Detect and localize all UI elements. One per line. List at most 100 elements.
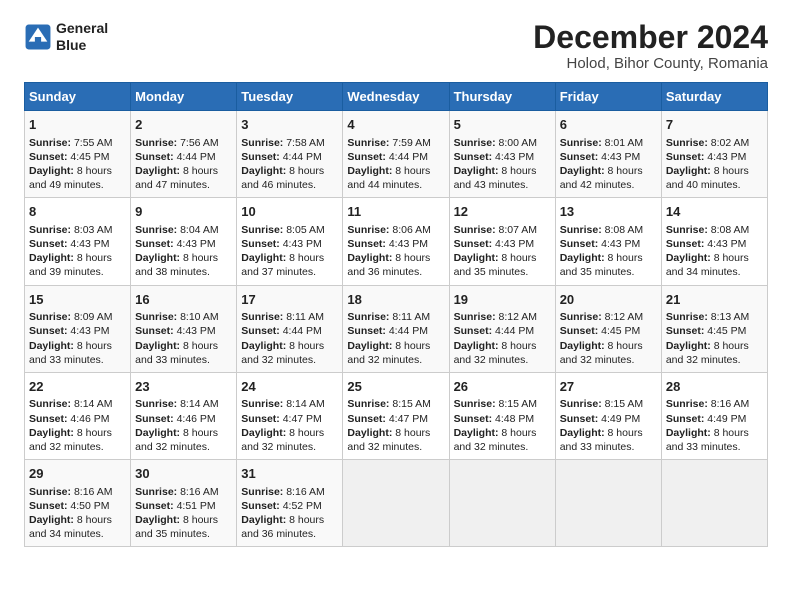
day-info: Sunrise: 8:16 AMSunset: 4:50 PMDaylight:… bbox=[29, 485, 126, 542]
sunset-value: 4:43 PM bbox=[707, 238, 746, 250]
daylight-label: Daylight: bbox=[454, 340, 502, 352]
sunrise-value: 8:14 AM bbox=[74, 398, 113, 410]
sunset-value: 4:43 PM bbox=[601, 151, 640, 163]
sunset-label: Sunset: bbox=[241, 500, 282, 512]
calendar-header-row: SundayMondayTuesdayWednesdayThursdayFrid… bbox=[25, 83, 768, 111]
daylight-label: Daylight: bbox=[560, 340, 608, 352]
sunset-value: 4:43 PM bbox=[70, 325, 109, 337]
sunset-value: 4:44 PM bbox=[177, 151, 216, 163]
sunset-label: Sunset: bbox=[347, 413, 388, 425]
calendar-day-cell: 31Sunrise: 8:16 AMSunset: 4:52 PMDayligh… bbox=[237, 460, 343, 547]
calendar-day-cell: 27Sunrise: 8:15 AMSunset: 4:49 PMDayligh… bbox=[555, 372, 661, 459]
calendar-table: SundayMondayTuesdayWednesdayThursdayFrid… bbox=[24, 82, 768, 547]
sunset-value: 4:43 PM bbox=[177, 238, 216, 250]
day-number: 29 bbox=[29, 465, 126, 483]
calendar-day-cell: 14Sunrise: 8:08 AMSunset: 4:43 PMDayligh… bbox=[661, 198, 767, 285]
sunrise-label: Sunrise: bbox=[454, 398, 499, 410]
sunrise-label: Sunrise: bbox=[666, 224, 711, 236]
sunrise-value: 8:15 AM bbox=[605, 398, 644, 410]
sunset-value: 4:46 PM bbox=[177, 413, 216, 425]
day-info: Sunrise: 8:14 AMSunset: 4:47 PMDaylight:… bbox=[241, 397, 338, 454]
sunset-label: Sunset: bbox=[29, 325, 70, 337]
day-number: 6 bbox=[560, 116, 657, 134]
sunset-value: 4:43 PM bbox=[177, 325, 216, 337]
sunrise-value: 8:10 AM bbox=[180, 311, 219, 323]
sunrise-value: 8:04 AM bbox=[180, 224, 219, 236]
sunset-value: 4:43 PM bbox=[495, 238, 534, 250]
daylight-label: Daylight: bbox=[560, 427, 608, 439]
daylight-label: Daylight: bbox=[560, 165, 608, 177]
day-info: Sunrise: 8:00 AMSunset: 4:43 PMDaylight:… bbox=[454, 136, 551, 193]
sunrise-label: Sunrise: bbox=[29, 137, 74, 149]
day-info: Sunrise: 8:05 AMSunset: 4:43 PMDaylight:… bbox=[241, 223, 338, 280]
daylight-label: Daylight: bbox=[454, 165, 502, 177]
day-number: 9 bbox=[135, 203, 232, 221]
daylight-label: Daylight: bbox=[666, 165, 714, 177]
sunrise-value: 8:12 AM bbox=[499, 311, 538, 323]
day-number: 12 bbox=[454, 203, 551, 221]
calendar-week-row: 15Sunrise: 8:09 AMSunset: 4:43 PMDayligh… bbox=[25, 285, 768, 372]
calendar-day-cell: 2Sunrise: 7:56 AMSunset: 4:44 PMDaylight… bbox=[131, 111, 237, 198]
day-info: Sunrise: 8:02 AMSunset: 4:43 PMDaylight:… bbox=[666, 136, 763, 193]
day-info: Sunrise: 7:56 AMSunset: 4:44 PMDaylight:… bbox=[135, 136, 232, 193]
sunrise-label: Sunrise: bbox=[666, 137, 711, 149]
calendar-day-cell: 7Sunrise: 8:02 AMSunset: 4:43 PMDaylight… bbox=[661, 111, 767, 198]
sunset-value: 4:47 PM bbox=[389, 413, 428, 425]
sunset-label: Sunset: bbox=[666, 325, 707, 337]
calendar-day-cell: 1Sunrise: 7:55 AMSunset: 4:45 PMDaylight… bbox=[25, 111, 131, 198]
day-info: Sunrise: 8:11 AMSunset: 4:44 PMDaylight:… bbox=[347, 310, 444, 367]
sunset-value: 4:44 PM bbox=[389, 325, 428, 337]
calendar-day-cell: 6Sunrise: 8:01 AMSunset: 4:43 PMDaylight… bbox=[555, 111, 661, 198]
sunrise-label: Sunrise: bbox=[560, 224, 605, 236]
sunrise-label: Sunrise: bbox=[135, 137, 180, 149]
sunset-value: 4:44 PM bbox=[389, 151, 428, 163]
sunset-value: 4:43 PM bbox=[283, 238, 322, 250]
sunset-value: 4:43 PM bbox=[707, 151, 746, 163]
sunrise-value: 7:56 AM bbox=[180, 137, 219, 149]
header: General Blue December 2024 Holod, Bihor … bbox=[24, 20, 768, 72]
logo-icon bbox=[24, 23, 52, 51]
calendar-day-cell: 9Sunrise: 8:04 AMSunset: 4:43 PMDaylight… bbox=[131, 198, 237, 285]
sunrise-label: Sunrise: bbox=[29, 398, 74, 410]
calendar-day-cell: 16Sunrise: 8:10 AMSunset: 4:43 PMDayligh… bbox=[131, 285, 237, 372]
day-info: Sunrise: 8:16 AMSunset: 4:51 PMDaylight:… bbox=[135, 485, 232, 542]
sunset-value: 4:44 PM bbox=[495, 325, 534, 337]
sunset-value: 4:43 PM bbox=[389, 238, 428, 250]
daylight-label: Daylight: bbox=[135, 252, 183, 264]
day-info: Sunrise: 7:55 AMSunset: 4:45 PMDaylight:… bbox=[29, 136, 126, 193]
sunrise-label: Sunrise: bbox=[135, 224, 180, 236]
sunrise-label: Sunrise: bbox=[666, 311, 711, 323]
sunrise-value: 8:08 AM bbox=[605, 224, 644, 236]
calendar-day-cell: 28Sunrise: 8:16 AMSunset: 4:49 PMDayligh… bbox=[661, 372, 767, 459]
day-number: 27 bbox=[560, 378, 657, 396]
day-number: 3 bbox=[241, 116, 338, 134]
sunrise-label: Sunrise: bbox=[347, 224, 392, 236]
calendar-day-cell: 15Sunrise: 8:09 AMSunset: 4:43 PMDayligh… bbox=[25, 285, 131, 372]
day-info: Sunrise: 8:09 AMSunset: 4:43 PMDaylight:… bbox=[29, 310, 126, 367]
weekday-header: Friday bbox=[555, 83, 661, 111]
day-info: Sunrise: 8:15 AMSunset: 4:48 PMDaylight:… bbox=[454, 397, 551, 454]
sunset-label: Sunset: bbox=[454, 413, 495, 425]
day-info: Sunrise: 8:15 AMSunset: 4:47 PMDaylight:… bbox=[347, 397, 444, 454]
daylight-label: Daylight: bbox=[29, 165, 77, 177]
sunrise-value: 8:16 AM bbox=[711, 398, 750, 410]
daylight-label: Daylight: bbox=[135, 340, 183, 352]
daylight-label: Daylight: bbox=[347, 252, 395, 264]
calendar-day-cell: 12Sunrise: 8:07 AMSunset: 4:43 PMDayligh… bbox=[449, 198, 555, 285]
daylight-label: Daylight: bbox=[560, 252, 608, 264]
day-number: 25 bbox=[347, 378, 444, 396]
daylight-label: Daylight: bbox=[29, 427, 77, 439]
sunset-value: 4:49 PM bbox=[601, 413, 640, 425]
sunrise-label: Sunrise: bbox=[560, 398, 605, 410]
day-number: 14 bbox=[666, 203, 763, 221]
sunrise-label: Sunrise: bbox=[454, 137, 499, 149]
sunset-label: Sunset: bbox=[560, 238, 601, 250]
daylight-label: Daylight: bbox=[347, 340, 395, 352]
day-number: 31 bbox=[241, 465, 338, 483]
day-info: Sunrise: 8:04 AMSunset: 4:43 PMDaylight:… bbox=[135, 223, 232, 280]
day-number: 16 bbox=[135, 291, 232, 309]
day-number: 18 bbox=[347, 291, 444, 309]
weekday-header: Monday bbox=[131, 83, 237, 111]
sunrise-value: 7:59 AM bbox=[392, 137, 431, 149]
sunrise-value: 8:06 AM bbox=[392, 224, 431, 236]
